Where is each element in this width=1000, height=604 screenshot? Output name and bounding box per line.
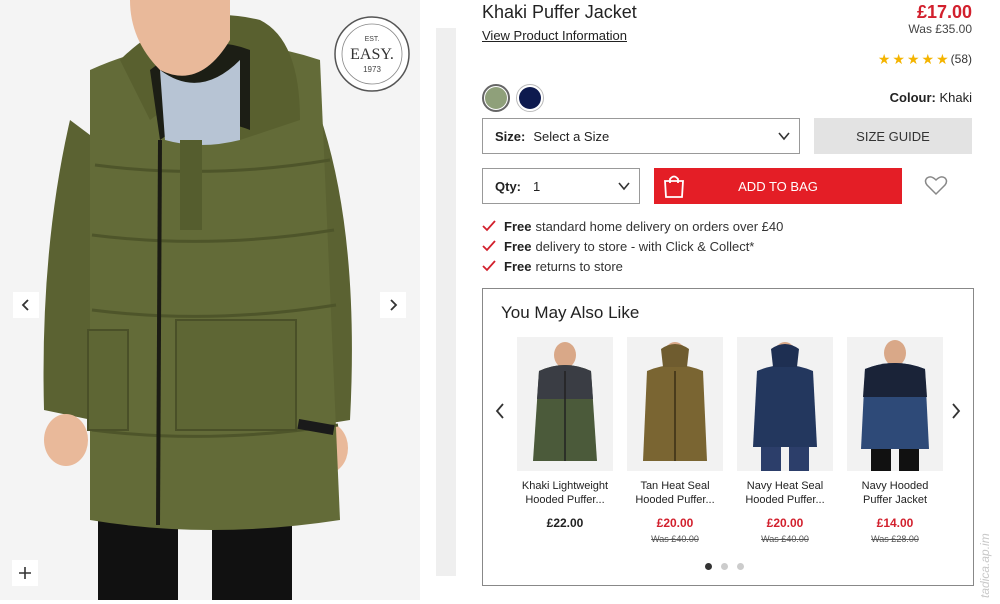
carousel-dot[interactable] bbox=[705, 563, 712, 570]
product-card-image bbox=[847, 337, 943, 471]
chevron-left-icon[interactable] bbox=[493, 401, 507, 421]
wishlist-heart-icon[interactable] bbox=[924, 174, 948, 196]
delivery-perks: Free standard home delivery on orders ov… bbox=[482, 216, 783, 276]
qty-value: 1 bbox=[533, 178, 541, 194]
perk-item: Free returns to store bbox=[482, 256, 783, 276]
tick-icon bbox=[482, 240, 496, 252]
product-card[interactable]: Navy Heat Seal Hooded Puffer... £20.00 W… bbox=[737, 337, 833, 544]
gallery-next-button[interactable] bbox=[380, 292, 406, 318]
swatch-khaki[interactable] bbox=[482, 84, 510, 112]
add-to-bag-button[interactable]: ADD TO BAG bbox=[654, 168, 902, 204]
size-guide-button[interactable]: SIZE GUIDE bbox=[814, 118, 972, 154]
product-card-image bbox=[627, 337, 723, 471]
perk-text: returns to store bbox=[535, 258, 623, 274]
product-card-was-price: Was £40.00 bbox=[651, 534, 699, 544]
product-card[interactable]: Khaki Lightweight Hooded Puffer... £22.0… bbox=[517, 337, 613, 544]
star-icon: ★ bbox=[936, 51, 949, 67]
chevron-right-icon[interactable] bbox=[949, 401, 963, 421]
chevron-left-icon bbox=[21, 299, 29, 311]
product-card-name: Navy Hooded Puffer Jacket bbox=[861, 480, 929, 506]
product-card-price: £20.00 bbox=[766, 516, 804, 530]
product-was-price: Was £35.00 bbox=[908, 22, 972, 36]
swatch-khaki-fill bbox=[485, 87, 507, 109]
swatch-navy[interactable] bbox=[516, 84, 544, 112]
carousel-dot[interactable] bbox=[721, 563, 728, 570]
quantity-select[interactable]: Qty: 1 bbox=[482, 168, 640, 204]
perk-item: Free delivery to store - with Click & Co… bbox=[482, 236, 783, 256]
product-card-price: £22.00 bbox=[546, 516, 584, 530]
shopping-bag-icon bbox=[664, 175, 684, 198]
tick-icon bbox=[482, 220, 496, 232]
badge-year: 1973 bbox=[363, 65, 381, 74]
zoom-button[interactable] bbox=[12, 560, 38, 586]
star-icon: ★ bbox=[921, 51, 935, 67]
you-may-also-like-carousel: You May Also Like Khaki Lightweight Hood… bbox=[482, 288, 974, 586]
star-icon: ★ bbox=[906, 51, 920, 67]
chevron-down-icon bbox=[618, 182, 630, 191]
colour-label: Colour: bbox=[889, 90, 936, 105]
perk-item: Free standard home delivery on orders ov… bbox=[482, 216, 783, 236]
size-select[interactable]: Size: Select a Size bbox=[482, 118, 800, 154]
carousel-pagination bbox=[705, 563, 744, 570]
carousel-cards: Khaki Lightweight Hooded Puffer... £22.0… bbox=[517, 337, 943, 544]
view-product-info-link[interactable]: View Product Information bbox=[482, 28, 627, 43]
product-image-gallery[interactable]: EST. EASY. 1973 bbox=[0, 0, 420, 600]
product-card-was-price: Was £28.00 bbox=[871, 534, 919, 544]
carousel-title: You May Also Like bbox=[501, 303, 640, 322]
star-icon: ★ bbox=[877, 51, 891, 67]
product-card-name: Tan Heat Seal Hooded Puffer... bbox=[635, 480, 715, 506]
rating-count: (58) bbox=[950, 52, 972, 66]
brand-badge: EST. EASY. 1973 bbox=[332, 14, 412, 94]
badge-main: EASY. bbox=[350, 46, 394, 63]
product-card[interactable]: Tan Heat Seal Hooded Puffer... £20.00 Wa… bbox=[627, 337, 723, 544]
plus-icon bbox=[19, 567, 31, 579]
product-title: Khaki Puffer Jacket bbox=[482, 2, 637, 22]
selected-colour: Colour: Khaki bbox=[890, 90, 972, 105]
chevron-right-icon bbox=[390, 299, 398, 311]
product-card-price: £20.00 bbox=[656, 516, 694, 530]
perk-bold: Free bbox=[504, 218, 532, 234]
perk-bold: Free bbox=[504, 258, 532, 274]
gallery-prev-button[interactable] bbox=[13, 292, 39, 318]
colour-swatches bbox=[482, 84, 544, 112]
tick-icon bbox=[482, 260, 496, 272]
carousel-dot[interactable] bbox=[737, 563, 744, 570]
perk-bold: Free bbox=[504, 238, 532, 254]
star-icon: ★ bbox=[892, 51, 905, 67]
qty-label: Qty: bbox=[495, 178, 521, 194]
size-value: Select a Size bbox=[533, 128, 610, 144]
add-to-bag-label: ADD TO BAG bbox=[738, 178, 818, 194]
product-price: £17.00 bbox=[916, 2, 972, 22]
product-card[interactable]: Navy Hooded Puffer Jacket £14.00 Was £28… bbox=[847, 337, 943, 544]
perk-text: standard home delivery on orders over £4… bbox=[535, 218, 784, 234]
gallery-next-image-peek bbox=[436, 28, 456, 576]
product-card-name: Navy Heat Seal Hooded Puffer... bbox=[745, 480, 825, 506]
product-card-name: Khaki Lightweight Hooded Puffer... bbox=[521, 480, 609, 506]
perk-text: delivery to store - with Click & Collect… bbox=[535, 238, 755, 254]
product-rating[interactable]: ★ ★ ★ ★ ★ (58) bbox=[878, 52, 972, 66]
colour-value: Khaki bbox=[939, 90, 972, 105]
size-label: Size: bbox=[495, 128, 526, 144]
watermark-text: tadica.ap.im bbox=[978, 533, 992, 598]
product-card-was-price: Was £40.00 bbox=[761, 534, 809, 544]
chevron-down-icon bbox=[778, 132, 790, 141]
swatch-navy-fill bbox=[519, 87, 541, 109]
product-card-image bbox=[517, 337, 613, 471]
product-card-image bbox=[737, 337, 833, 471]
badge-est: EST. bbox=[365, 36, 380, 43]
product-card-price: £14.00 bbox=[876, 516, 914, 530]
